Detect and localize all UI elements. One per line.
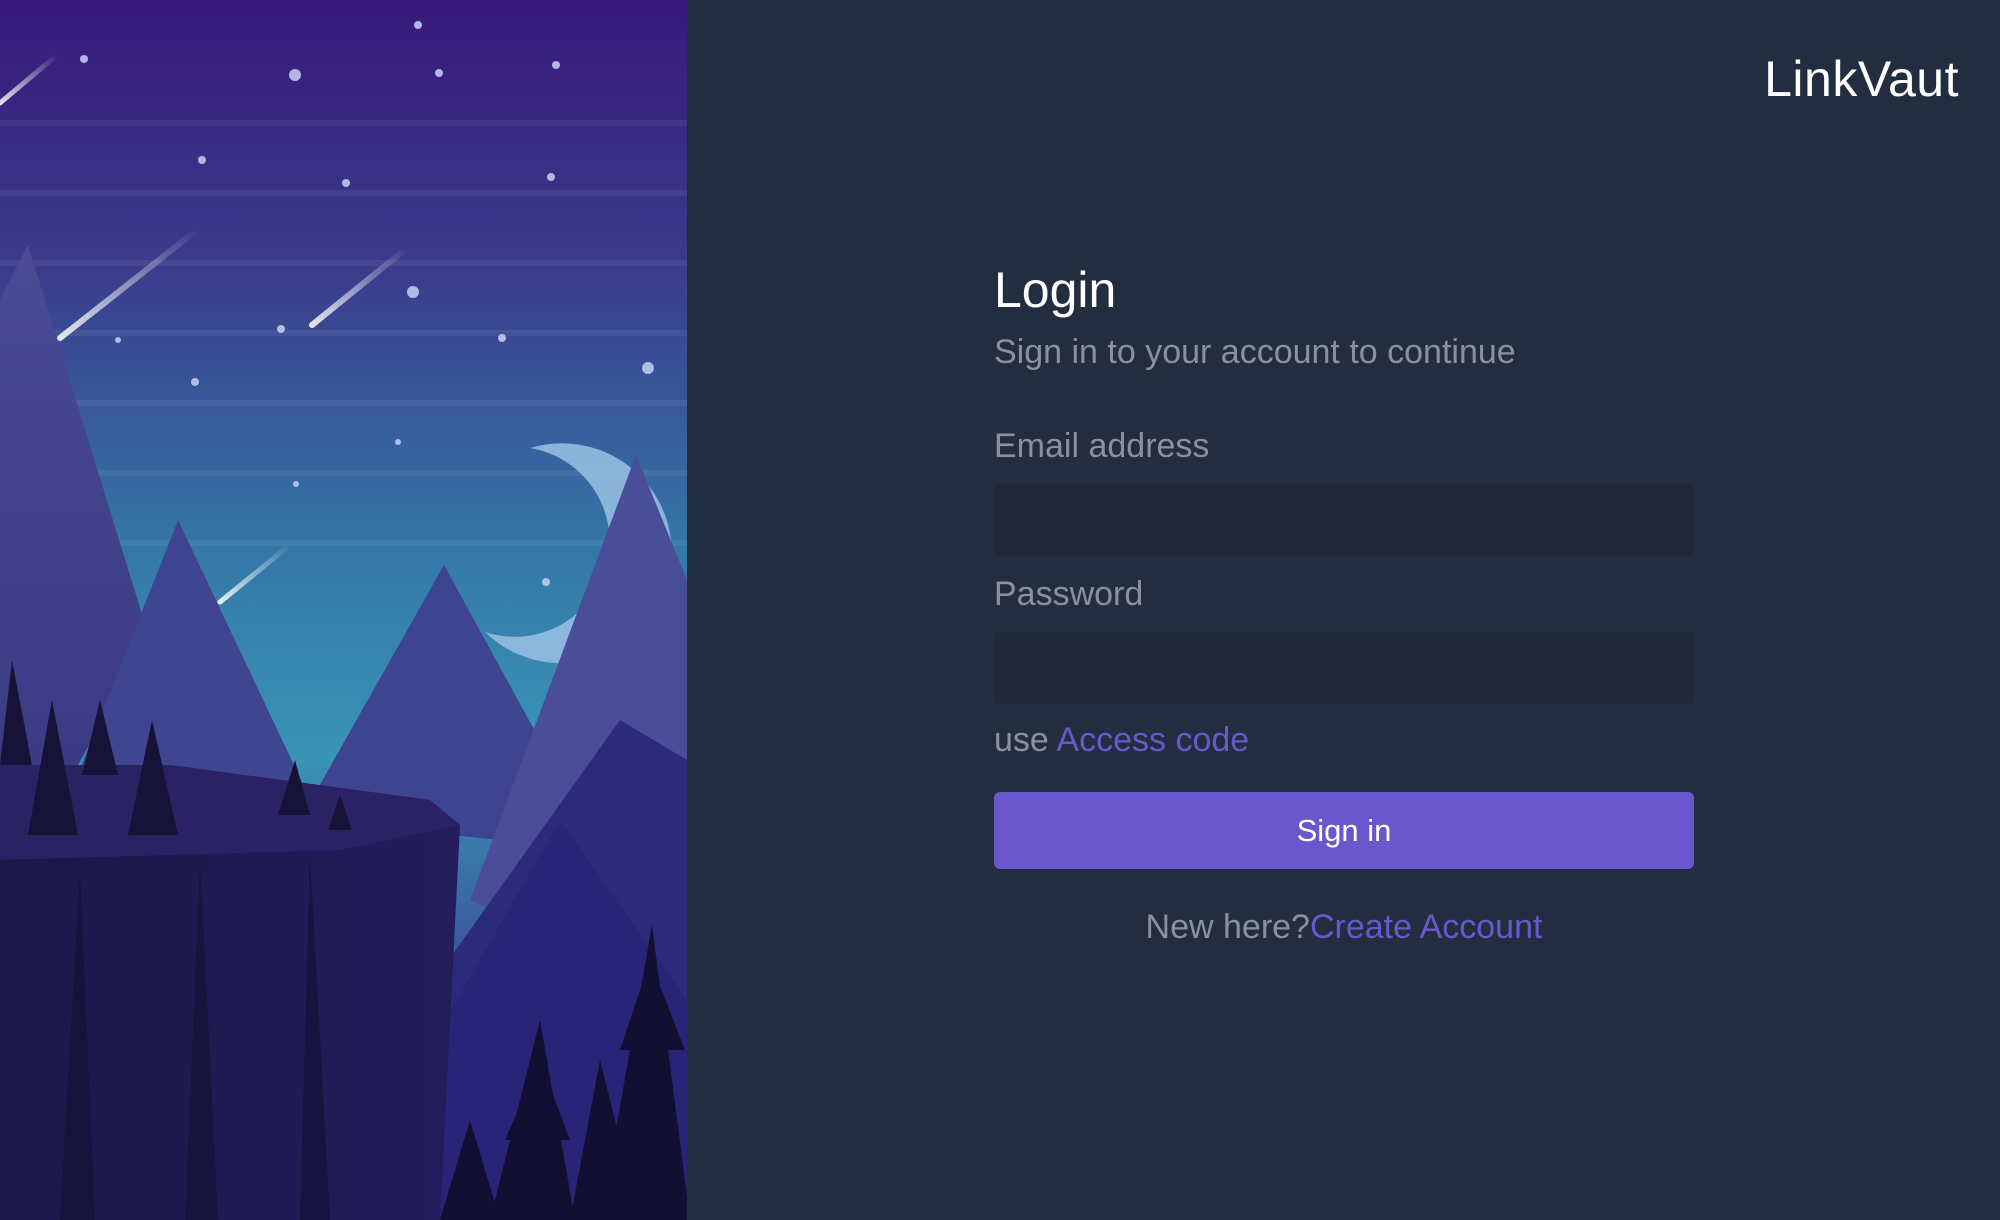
- create-account-row: New here?Create Account: [994, 905, 1694, 949]
- password-field[interactable]: [994, 632, 1694, 704]
- create-account-link[interactable]: Create Account: [1310, 908, 1542, 946]
- access-code-prefix: use: [994, 721, 1049, 759]
- brand-logo: LinkVaut: [1764, 51, 1959, 107]
- access-code-row: use Access code: [994, 718, 1694, 762]
- access-code-link[interactable]: Access code: [1056, 721, 1249, 759]
- login-subtitle: Sign in to your account to continue: [994, 333, 1516, 371]
- sign-in-button[interactable]: Sign in: [994, 792, 1694, 869]
- night-landscape-image: [0, 0, 687, 1220]
- email-field[interactable]: [994, 484, 1694, 556]
- email-label: Email address: [994, 427, 1210, 465]
- login-title: Login: [994, 262, 1117, 318]
- login-panel: LinkVaut Login Sign in to your account t…: [687, 0, 2000, 1220]
- login-form: Login Sign in to your account to continu…: [994, 258, 1694, 949]
- new-here-text: New here?: [1145, 908, 1310, 946]
- password-label: Password: [994, 575, 1144, 613]
- login-page: LinkVaut Login Sign in to your account t…: [0, 0, 2000, 1220]
- night-mountains-illustration: [0, 0, 687, 1220]
